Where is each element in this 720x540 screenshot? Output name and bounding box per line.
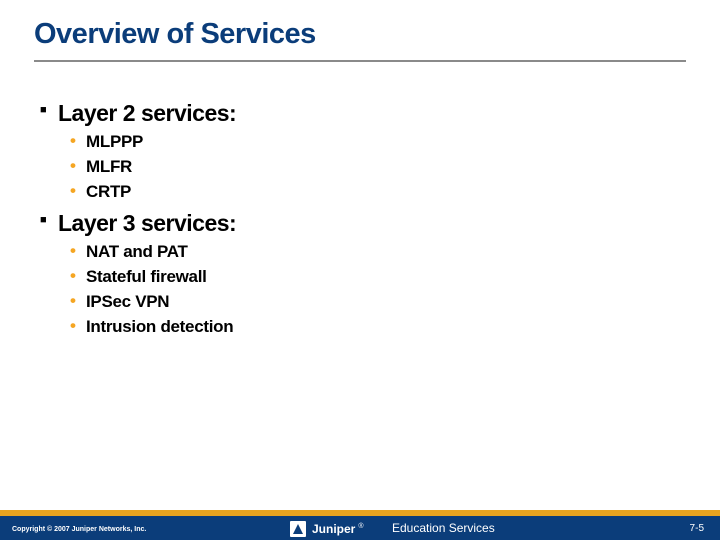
slide: Overview of Services Layer 2 services: M… (0, 0, 720, 540)
list-item: MLFR (70, 156, 680, 179)
list-item: IPSec VPN (70, 291, 680, 314)
trademark-icon: ® (358, 523, 363, 530)
logo: Juniper ® (290, 521, 364, 537)
logo-icon (290, 521, 306, 537)
section-heading: Layer 3 services: (40, 210, 680, 237)
footer: Copyright © 2007 Juniper Networks, Inc. … (0, 510, 720, 540)
list-item: NAT and PAT (70, 241, 680, 264)
list-item: Intrusion detection (70, 316, 680, 339)
page-number: 7-5 (690, 523, 704, 534)
logo-text: Juniper (312, 522, 355, 536)
list-item: CRTP (70, 181, 680, 204)
list-item: Stateful firewall (70, 266, 680, 289)
footer-edu-text: Education Services (392, 521, 495, 535)
title-underline (34, 60, 686, 62)
section-heading: Layer 2 services: (40, 100, 680, 127)
list-item: MLPPP (70, 131, 680, 154)
slide-content: Layer 2 services: MLPPP MLFR CRTP Layer … (40, 94, 680, 341)
slide-title: Overview of Services (34, 18, 316, 51)
copyright-text: Copyright © 2007 Juniper Networks, Inc. (12, 526, 146, 533)
